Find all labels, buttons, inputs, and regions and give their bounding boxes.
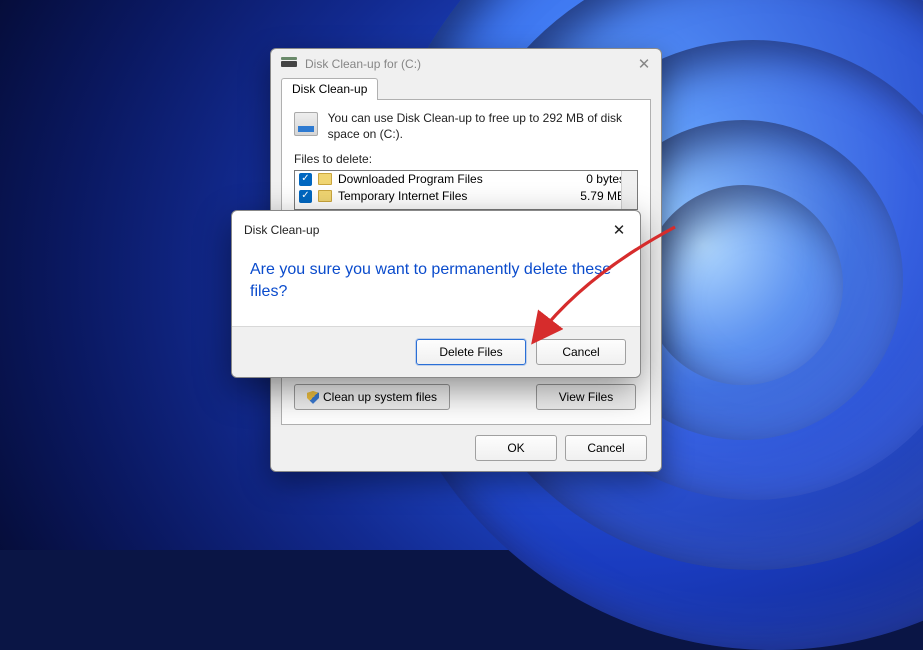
button-label: Cancel [587,441,624,455]
delete-files-button[interactable]: Delete Files [416,339,526,365]
button-label: View Files [559,390,613,404]
cleanup-system-files-button[interactable]: Clean up system files [294,384,450,410]
window-title: Disk Clean-up for (C:) [305,57,635,71]
title-bar[interactable]: Disk Clean-up for (C:) ✕ [271,49,661,77]
list-item[interactable]: ✓ Downloaded Program Files 0 bytes [295,171,637,188]
dialog-actions: Delete Files Cancel [232,326,640,377]
button-label: Cancel [562,345,599,359]
item-name: Temporary Internet Files [338,189,574,203]
tab-disk-cleanup[interactable]: Disk Clean-up [281,78,378,100]
confirmation-message: Are you sure you want to permanently del… [250,259,622,302]
intro-text: You can use Disk Clean-up to free up to … [328,110,638,142]
item-name: Downloaded Program Files [338,172,580,186]
checkbox-checked-icon[interactable]: ✓ [299,190,312,203]
scrollbar[interactable] [621,171,637,209]
button-label: OK [507,441,524,455]
button-label: Delete Files [439,345,502,359]
dialog-actions: OK Cancel [271,425,661,471]
files-to-delete-label: Files to delete: [294,152,638,166]
cancel-button[interactable]: Cancel [565,435,647,461]
title-bar[interactable]: Disk Clean-up ✕ [232,211,640,245]
checkbox-checked-icon[interactable]: ✓ [299,173,312,186]
view-files-button[interactable]: View Files [536,384,636,410]
ok-button[interactable]: OK [475,435,557,461]
list-item[interactable]: ✓ Temporary Internet Files 5.79 MB [295,188,637,205]
decor [643,185,843,385]
close-icon[interactable]: ✕ [608,219,630,241]
shield-icon [307,391,319,404]
drive-cleanup-icon [281,57,297,71]
folder-icon [318,173,332,185]
files-list[interactable]: ✓ Downloaded Program Files 0 bytes ✓ Tem… [294,170,638,210]
confirmation-dialog: Disk Clean-up ✕ Are you sure you want to… [231,210,641,378]
close-icon[interactable]: ✕ [635,55,653,73]
window-title: Disk Clean-up [244,223,608,237]
cancel-button[interactable]: Cancel [536,339,626,365]
drive-icon [294,112,318,136]
button-label: Clean up system files [323,390,437,404]
folder-icon [318,190,332,202]
